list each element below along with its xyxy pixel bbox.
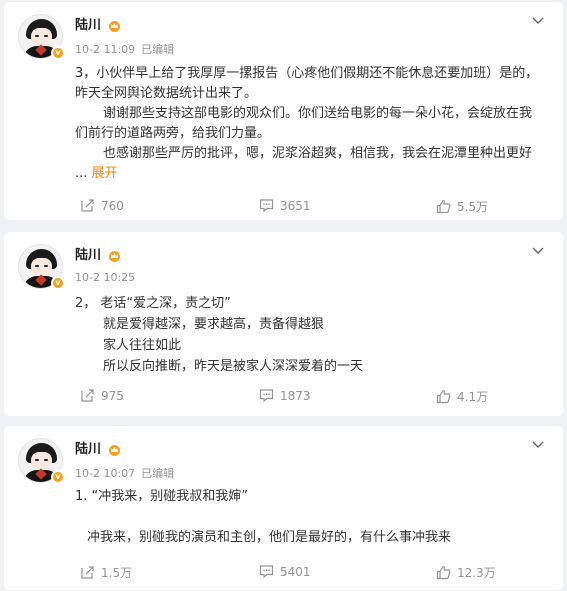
post-body: 2， 老话“爱之深，责之切” 就是爱得越深，要求越高，责备得越狠 家人往往如此 … [75,293,543,377]
repost-count: 760 [101,198,124,213]
like-button[interactable]: 12.3万 [436,564,496,581]
like-count: 12.3万 [457,566,496,580]
post-card: v 陆川 10-2 10:07 已编辑 1. “冲我来，别碰我叔和我婶” 冲我来，… [4,426,563,590]
post-text: 1. “冲我来，别碰我叔和我婶” [75,489,249,504]
post-card: v 陆川 10-2 11:09 已编辑 3，小伙伴早上给了我厚厚一摞报告（心疼他们… [4,2,563,220]
post-meta: 10-2 10:07 已编辑 [75,465,174,481]
post-time[interactable]: 10-2 10:07 [75,467,135,480]
like-count: 5.5万 [457,200,489,214]
post-text: 也感谢那些严厉的批评，嗯，泥浆浴超爽，相信我，我会在泥潭里种出更好 [103,146,533,161]
post-time[interactable]: 10-2 10:25 [75,271,135,284]
verified-badge-icon: v [51,470,65,484]
comment-button[interactable]: 1873 [259,388,311,403]
author-name[interactable]: 陆川 [75,247,101,265]
repost-button[interactable]: 1.5万 [80,564,132,581]
chevron-down-icon[interactable] [531,243,545,257]
edited-label: 已编辑 [141,467,175,480]
weibo-feed: v 陆川 10-2 11:09 已编辑 3，小伙伴早上给了我厚厚一摞报告（心疼他们… [0,0,567,591]
post-text: 3，小伙伴早上给了我厚厚一摞报告（心疼他们假期还不能休息还要加班）是的，昨天全网… [75,66,539,101]
repost-count: 1.5万 [101,566,133,580]
post-text: 2， 老话“爱之深，责之切” [75,296,231,311]
post-meta: 10-2 11:09 已编辑 [75,41,174,57]
repost-icon [81,389,94,402]
post-text: 冲我来，别碰我的演员和主创，他们是最好的，有什么事冲我来 [87,530,452,545]
comment-count: 1873 [280,388,311,403]
comment-button[interactable]: 5401 [259,564,311,579]
action-bar: 760 3651 5.5万 [4,198,563,216]
comment-icon [259,199,274,213]
crown-icon [109,251,120,262]
post-meta: 10-2 10:25 [75,271,135,284]
edited-label: 已编辑 [141,43,175,56]
post-text: 所以反向推断，昨天是被家人深深爱着的一天 [103,359,364,374]
repost-icon [81,566,94,579]
comment-count: 5401 [280,564,311,579]
comment-count: 3651 [280,198,311,213]
comment-icon [259,565,274,579]
crown-icon [109,21,120,32]
ellipsis: ... [75,166,88,181]
post-body: 1. “冲我来，别碰我叔和我婶” 冲我来，别碰我的演员和主创，他们是最好的，有什… [75,487,543,548]
post-text: 谢谢那些支持这部电影的观众们。你们送给电影的每一朵小花，会绽放在我们前行的道路两… [75,106,533,141]
comment-button[interactable]: 3651 [259,198,311,213]
chevron-down-icon[interactable] [531,437,545,451]
thumbs-up-icon [436,389,451,404]
post-card: v 陆川 10-2 10:25 2， 老话“爱之深，责之切” 就是爱得越深，要求… [4,232,563,416]
repost-button[interactable]: 760 [80,198,124,213]
expand-link[interactable]: 展开 [92,166,118,181]
thumbs-up-icon [436,565,451,580]
like-count: 4.1万 [457,390,489,404]
repost-icon [81,199,94,212]
post-body: 3，小伙伴早上给了我厚厚一摞报告（心疼他们假期还不能休息还要加班）是的，昨天全网… [75,64,543,184]
post-text: 家人往往如此 [103,338,182,353]
comment-icon [259,389,274,403]
action-bar: 975 1873 4.1万 [4,388,563,406]
repost-button[interactable]: 975 [80,388,124,403]
post-time[interactable]: 10-2 11:09 [75,43,135,56]
action-bar: 1.5万 5401 12.3万 [4,564,563,582]
like-button[interactable]: 5.5万 [436,198,488,215]
verified-badge-icon: v [51,276,65,290]
thumbs-up-icon [436,199,451,214]
verified-badge-icon: v [51,46,65,60]
author-name[interactable]: 陆川 [75,17,101,35]
like-button[interactable]: 4.1万 [436,388,488,405]
author-name[interactable]: 陆川 [75,441,101,459]
post-text: 就是爱得越深，要求越高，责备得越狠 [103,317,325,332]
chevron-down-icon[interactable] [531,13,545,27]
repost-count: 975 [101,388,124,403]
crown-icon [109,445,120,456]
